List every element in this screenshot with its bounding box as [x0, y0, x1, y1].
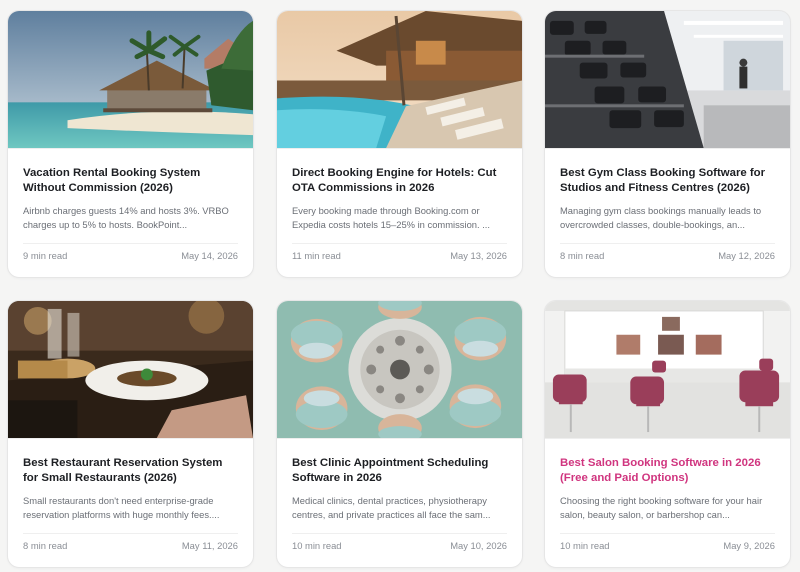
post-date: May 9, 2026: [723, 540, 775, 551]
blog-card[interactable]: Best Clinic Appointment Scheduling Softw…: [276, 300, 523, 568]
divider: [292, 533, 507, 534]
post-meta: 10 min read May 9, 2026: [560, 540, 775, 551]
read-time: 8 min read: [560, 250, 605, 261]
read-time: 8 min read: [23, 540, 68, 551]
tropical-villa-photo[interactable]: [8, 11, 253, 149]
blog-card[interactable]: Vacation Rental Booking System Without C…: [7, 10, 254, 278]
divider: [560, 243, 775, 244]
post-date: May 10, 2026: [450, 540, 507, 551]
blog-card[interactable]: Best Salon Booking Software in 2026 (Fre…: [544, 300, 791, 568]
gym-dumbbells-photo[interactable]: [545, 11, 790, 149]
surgeons-lamp-photo[interactable]: [277, 301, 522, 439]
post-meta: 10 min read May 10, 2026: [292, 540, 507, 551]
post-title[interactable]: Best Restaurant Reservation System for S…: [23, 456, 238, 486]
post-excerpt: Medical clinics, dental practices, physi…: [292, 495, 491, 520]
post-excerpt: Every booking made through Booking.com o…: [292, 205, 491, 230]
read-time: 10 min read: [560, 540, 610, 551]
post-date: May 12, 2026: [718, 250, 775, 261]
divider: [560, 533, 775, 534]
blog-card-grid: Vacation Rental Booking System Without C…: [0, 0, 800, 572]
post-title[interactable]: Direct Booking Engine for Hotels: Cut OT…: [292, 166, 507, 196]
post-meta: 8 min read May 11, 2026: [23, 540, 238, 551]
post-title[interactable]: Best Clinic Appointment Scheduling Softw…: [292, 456, 507, 486]
read-time: 11 min read: [292, 250, 341, 261]
post-excerpt: Small restaurants don't need enterprise-…: [23, 495, 220, 520]
post-date: May 11, 2026: [181, 540, 238, 551]
resort-pool-photo[interactable]: [277, 11, 522, 149]
post-date: May 13, 2026: [450, 250, 507, 261]
divider: [23, 243, 238, 244]
post-title[interactable]: Best Gym Class Booking Software for Stud…: [560, 166, 775, 196]
post-excerpt: Managing gym class bookings manually lea…: [560, 205, 762, 230]
read-time: 9 min read: [23, 250, 68, 261]
blog-card[interactable]: Best Gym Class Booking Software for Stud…: [544, 10, 791, 278]
blog-card[interactable]: Best Restaurant Reservation System for S…: [7, 300, 254, 568]
post-excerpt: Airbnb charges guests 14% and hosts 3%. …: [23, 205, 229, 230]
hair-salon-photo[interactable]: [545, 301, 790, 439]
post-excerpt: Choosing the right booking software for …: [560, 495, 763, 520]
post-title[interactable]: Vacation Rental Booking System Without C…: [23, 166, 238, 196]
restaurant-dinner-photo[interactable]: [8, 301, 253, 439]
post-meta: 9 min read May 14, 2026: [23, 250, 238, 261]
post-date: May 14, 2026: [181, 250, 238, 261]
read-time: 10 min read: [292, 540, 342, 551]
divider: [292, 243, 507, 244]
post-title[interactable]: Best Salon Booking Software in 2026 (Fre…: [560, 456, 775, 486]
divider: [23, 533, 238, 534]
blog-card[interactable]: Direct Booking Engine for Hotels: Cut OT…: [276, 10, 523, 278]
post-meta: 8 min read May 12, 2026: [560, 250, 775, 261]
post-meta: 11 min read May 13, 2026: [292, 250, 507, 261]
